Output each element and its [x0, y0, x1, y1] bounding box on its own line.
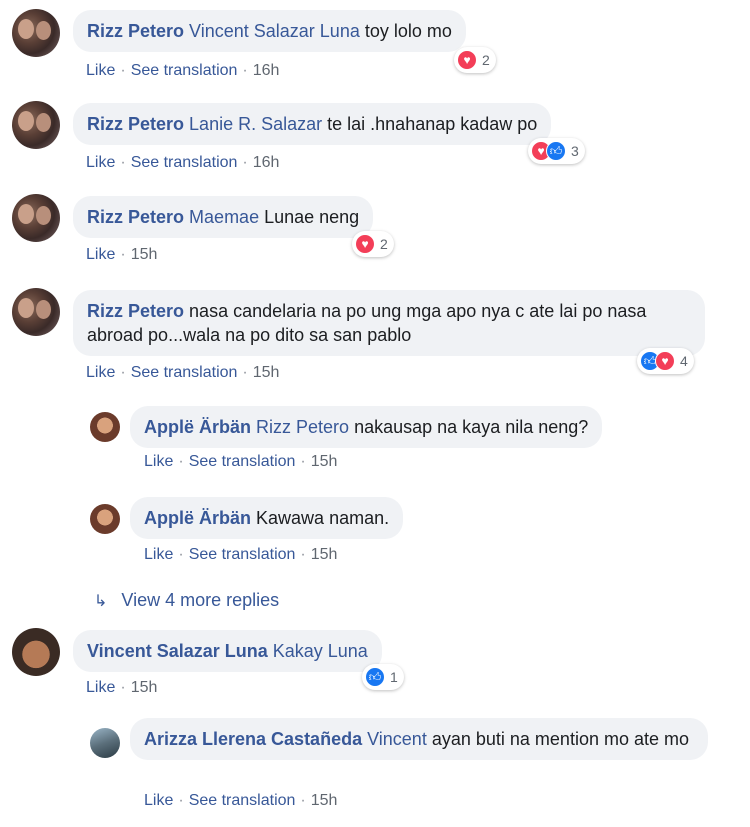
reaction-count: 4 [680, 353, 688, 369]
reply-author[interactable]: Arizza Llerena Castañeda [144, 729, 362, 749]
reply-author[interactable]: Applë Ärbän [144, 417, 251, 437]
view-more-replies-link[interactable]: ↳ View 4 more replies [94, 590, 279, 611]
heart-reaction-icon: ♥ [655, 351, 675, 371]
reaction-summary[interactable]: ♥ 👍︎ 3 [528, 138, 585, 164]
comment-actions: Like · See translation · 16h [86, 154, 280, 171]
reply-arrow-icon: ↳ [94, 593, 108, 610]
like-link[interactable]: Like [86, 364, 115, 381]
reaction-count: 2 [380, 236, 388, 252]
comment-actions: Like · 15h [86, 246, 158, 263]
reaction-count: 3 [571, 143, 579, 159]
reply-bubble: Arizza Llerena Castañeda Vincent ayan bu… [130, 718, 708, 760]
reply-actions: Like · See translation · 15h [144, 453, 338, 470]
comment-mention[interactable]: Lanie R. Salazar [189, 114, 322, 134]
avatar[interactable] [12, 628, 60, 676]
see-translation-link[interactable]: See translation [189, 546, 296, 563]
comment-time[interactable]: 15h [253, 364, 280, 381]
see-translation-link[interactable]: See translation [131, 154, 238, 171]
reply-text: ayan buti na mention mo ate mo [431, 729, 689, 749]
reply-time[interactable]: 15h [311, 453, 338, 470]
heart-reaction-icon: ♥ [355, 234, 375, 254]
like-link[interactable]: Like [144, 792, 173, 809]
comment-text: Lunae neng [264, 207, 360, 227]
comment-text: te lai .hnahanap kadaw po [327, 114, 538, 134]
reply-text: nakausap na kaya nila neng? [354, 417, 589, 437]
like-link[interactable]: Like [144, 546, 173, 563]
reply-mention[interactable]: Rizz Petero [256, 417, 349, 437]
like-link[interactable]: Like [144, 453, 173, 470]
see-translation-link[interactable]: See translation [131, 62, 238, 79]
reaction-summary[interactable]: 👍︎ ♥ 4 [637, 348, 694, 374]
avatar[interactable] [12, 288, 60, 336]
see-translation-link[interactable]: See translation [189, 792, 296, 809]
comment-actions: Like · See translation · 15h [86, 364, 280, 381]
reply-bubble: Applë Ärbän Kawawa naman. [130, 497, 404, 539]
reply-mention[interactable]: Vincent [367, 729, 427, 749]
comment-text: toy lolo mo [364, 21, 452, 41]
reaction-count: 1 [390, 669, 398, 685]
comment-author[interactable]: Rizz Petero [87, 301, 184, 321]
like-reaction-icon: 👍︎ [546, 141, 566, 161]
reply-author[interactable]: Applë Ärbän [144, 508, 251, 528]
see-translation-link[interactable]: See translation [189, 453, 296, 470]
avatar[interactable] [12, 194, 60, 242]
comment-time[interactable]: 15h [131, 679, 158, 696]
reaction-summary[interactable]: ♥ 2 [352, 231, 394, 257]
like-link[interactable]: Like [86, 154, 115, 171]
reaction-summary[interactable]: ♥ 2 [454, 47, 496, 73]
comment-mention[interactable]: Vincent Salazar Luna [189, 21, 360, 41]
like-link[interactable]: Like [86, 62, 115, 79]
see-translation-link[interactable]: See translation [131, 364, 238, 381]
comment-mention[interactable]: Maemae [189, 207, 259, 227]
comment-bubble: Rizz Petero Vincent Salazar Luna toy lol… [73, 10, 466, 52]
avatar[interactable] [90, 728, 120, 758]
comment-time[interactable]: 15h [131, 246, 158, 263]
heart-reaction-icon: ♥ [457, 50, 477, 70]
reply-time[interactable]: 15h [311, 546, 338, 563]
reaction-count: 2 [482, 52, 490, 68]
comment-author[interactable]: Rizz Petero [87, 21, 184, 41]
comment-author[interactable]: Rizz Petero [87, 114, 184, 134]
reply-actions: Like · See translation · 15h [144, 792, 338, 809]
like-link[interactable]: Like [86, 679, 115, 696]
reply-text: Kawawa naman. [256, 508, 390, 528]
reply-time[interactable]: 15h [311, 792, 338, 809]
reply-actions: Like · See translation · 15h [144, 546, 338, 563]
comment-author[interactable]: Rizz Petero [87, 207, 184, 227]
comment-actions: Like · 15h [86, 679, 158, 696]
comment-author[interactable]: Vincent Salazar Luna [87, 641, 268, 661]
like-link[interactable]: Like [86, 246, 115, 263]
comment-mention[interactable]: Kakay Luna [273, 641, 368, 661]
like-reaction-icon: 👍︎ [365, 667, 385, 687]
comment-time[interactable]: 16h [253, 62, 280, 79]
reply-bubble: Applë Ärbän Rizz Petero nakausap na kaya… [130, 406, 603, 448]
comment-time[interactable]: 16h [253, 154, 280, 171]
avatar[interactable] [12, 9, 60, 57]
comment-actions: Like · See translation · 16h [86, 62, 280, 79]
reaction-summary[interactable]: 👍︎ 1 [362, 664, 404, 690]
comment-bubble: Rizz Petero Lanie R. Salazar te lai .hna… [73, 103, 552, 145]
comment-bubble: Vincent Salazar Luna Kakay Luna [73, 630, 382, 672]
comment-bubble: Rizz Petero Maemae Lunae neng [73, 196, 374, 238]
view-more-replies-label: View 4 more replies [121, 590, 280, 610]
avatar[interactable] [12, 101, 60, 149]
comment-bubble: Rizz Petero nasa candelaria na po ung mg… [73, 290, 705, 356]
avatar[interactable] [90, 412, 120, 442]
avatar[interactable] [90, 504, 120, 534]
